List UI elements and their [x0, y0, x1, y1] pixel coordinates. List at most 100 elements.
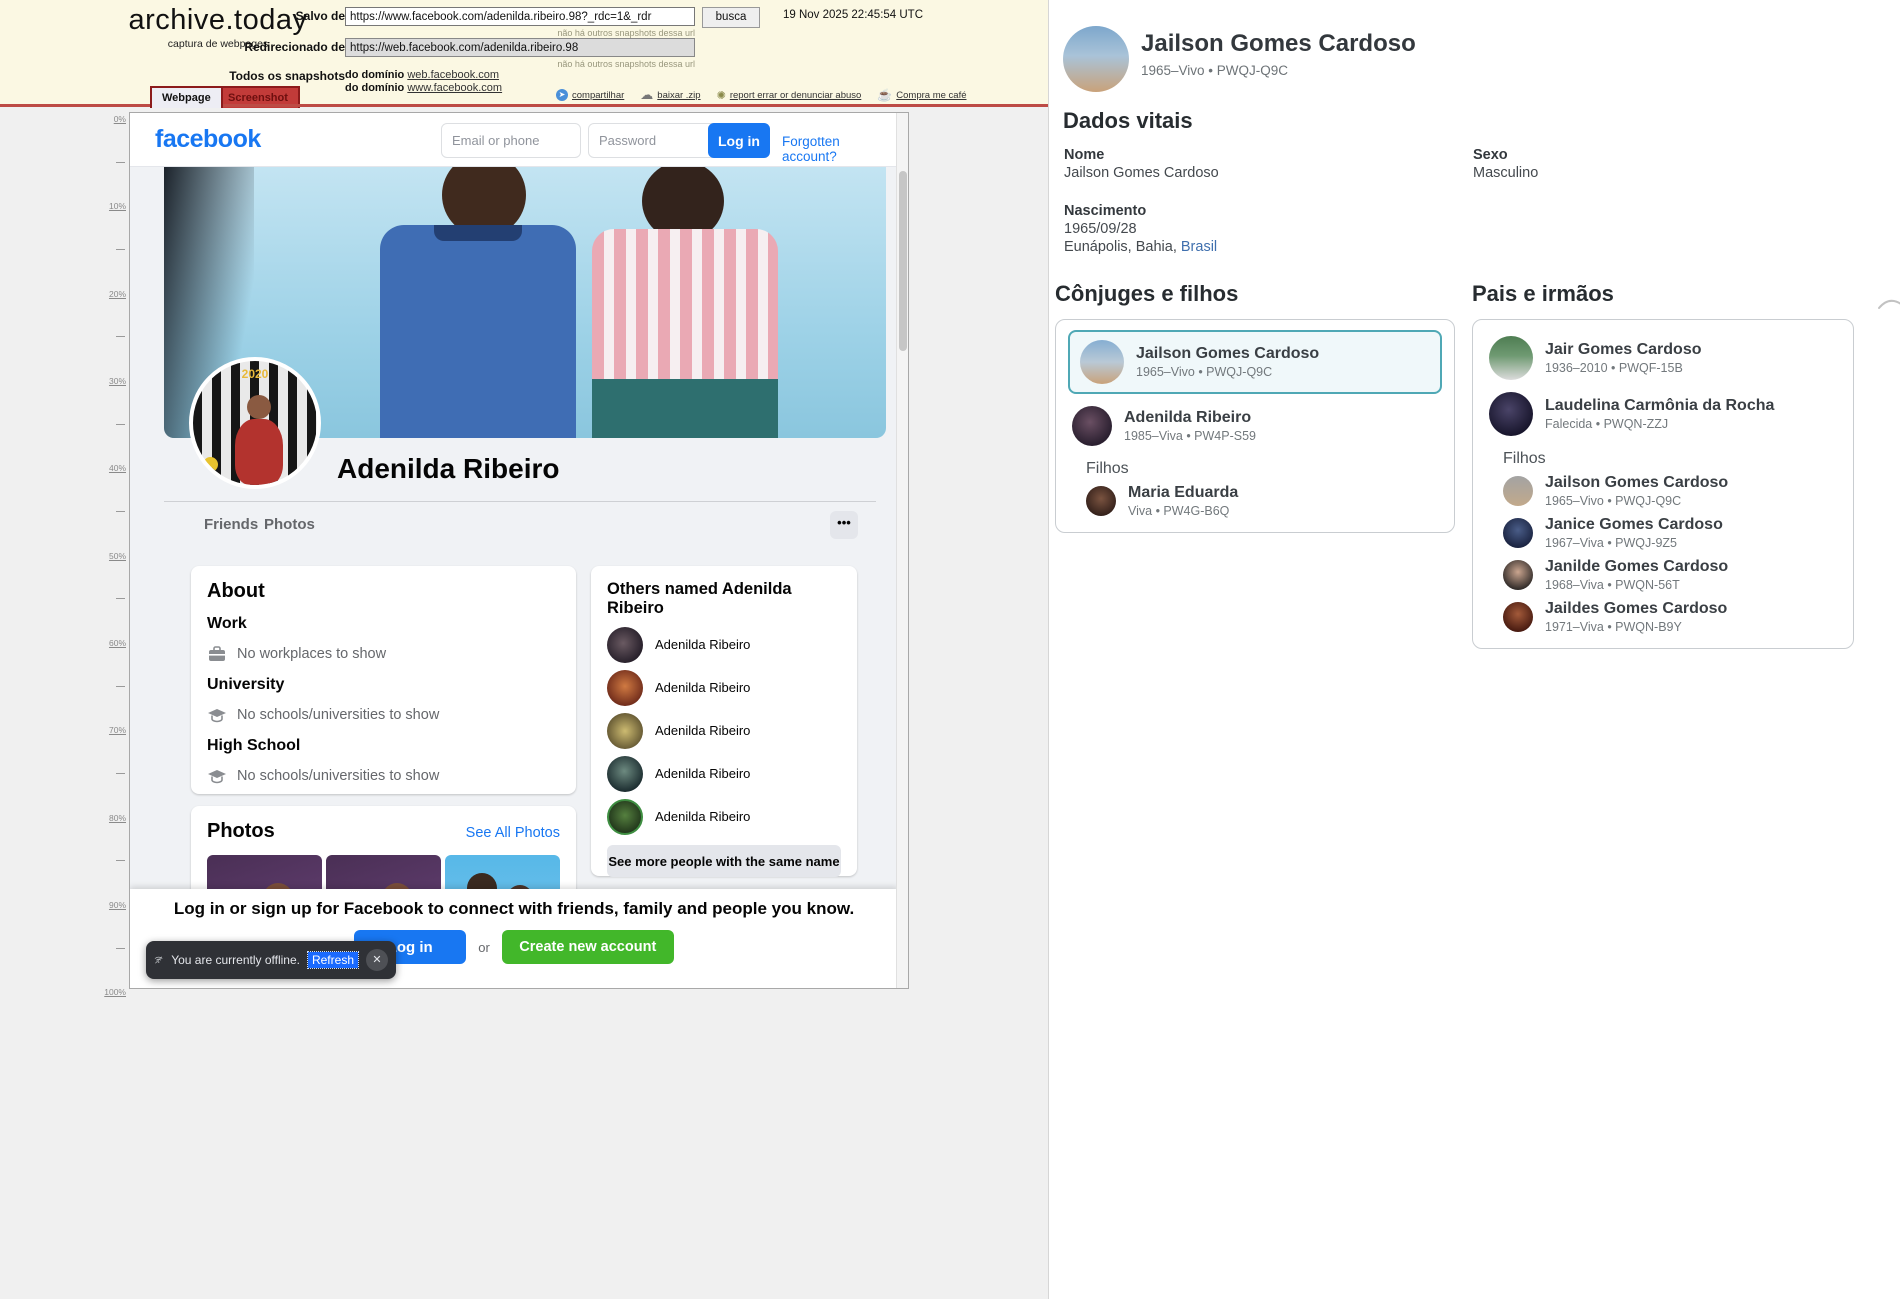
report-action[interactable]: ✺ report errar or denunciar abuso	[717, 89, 862, 102]
children-label: Filhos	[1086, 460, 1442, 478]
coffee-link[interactable]: Compra me café	[896, 90, 966, 101]
cover-figure-skirt	[592, 379, 778, 438]
forgotten-account-link[interactable]: Forgotten account?	[782, 134, 898, 164]
child-row[interactable]: Maria Eduarda Viva • PW4G-B6Q	[1086, 480, 1442, 522]
cloud-download-icon: ☁	[640, 89, 653, 101]
ruler-80[interactable]: 80%	[96, 813, 126, 823]
person-link[interactable]: Adenilda Ribeiro	[655, 637, 750, 652]
person-name[interactable]: Jailson Gomes Cardoso	[1545, 474, 1728, 492]
briefcase-icon	[207, 644, 227, 664]
password-field[interactable]	[588, 123, 728, 158]
report-link[interactable]: report errar or denunciar abuso	[730, 90, 862, 101]
person-lifespan-id: Falecida • PWQN-ZZJ	[1545, 417, 1774, 431]
see-more-people-button[interactable]: See more people with the same name	[607, 845, 841, 877]
more-options-button[interactable]: •••	[830, 511, 858, 539]
curved-arrow-icon	[1875, 292, 1900, 316]
profile-figure	[247, 395, 271, 419]
person-name[interactable]: Jailson Gomes Cardoso	[1136, 345, 1319, 363]
list-item[interactable]: Adenilda Ribeiro	[607, 757, 841, 790]
person-link[interactable]: Adenilda Ribeiro	[655, 809, 750, 824]
list-item[interactable]: Adenilda Ribeiro	[607, 671, 841, 704]
spouse-row[interactable]: Adenilda Ribeiro 1985–Viva • PW4P-S59	[1068, 400, 1442, 452]
redirected-url-input[interactable]	[345, 38, 695, 57]
person-name[interactable]: Laudelina Carmônia da Rocha	[1545, 397, 1774, 415]
person-name[interactable]: Janilde Gomes Cardoso	[1545, 558, 1728, 576]
profile-picture[interactable]: 2020	[189, 357, 321, 489]
person-name[interactable]: Adenilda Ribeiro	[1124, 409, 1256, 427]
person-link[interactable]: Adenilda Ribeiro	[655, 680, 750, 695]
avatar	[1489, 392, 1533, 436]
coffee-action[interactable]: ☕ Compra me café	[877, 88, 966, 102]
refresh-button[interactable]: Refresh	[308, 952, 358, 968]
facebook-logo[interactable]: facebook	[155, 125, 261, 154]
person-name[interactable]: Maria Eduarda	[1128, 484, 1238, 502]
ruler-70[interactable]: 70%	[96, 725, 126, 735]
parents-card: Jair Gomes Cardoso 1936–2010 • PWQF-15B …	[1472, 319, 1854, 649]
person-name[interactable]: Jaildes Gomes Cardoso	[1545, 600, 1727, 618]
birth-country-link[interactable]: Brasil	[1181, 239, 1217, 255]
download-zip-link[interactable]: baixar .zip	[657, 90, 700, 101]
no-snapshots-note-2: não há outros snapshots dessa url	[480, 59, 695, 69]
search-button[interactable]: busca	[702, 7, 760, 28]
sibling-row[interactable]: Janilde Gomes Cardoso 1968–Viva • PWQN-5…	[1503, 554, 1841, 596]
sex-label: Sexo	[1473, 147, 1508, 163]
download-zip-action[interactable]: ☁ baixar .zip	[640, 89, 700, 101]
list-item[interactable]: Adenilda Ribeiro	[607, 714, 841, 747]
parents-heading: Pais e irmãos	[1472, 281, 1854, 307]
person-name[interactable]: Jair Gomes Cardoso	[1545, 341, 1702, 359]
person-panel: Jailson Gomes Cardoso 1965–Vivo • PWQJ-Q…	[1049, 0, 1900, 1299]
university-empty-row: No schools/universities to show	[207, 705, 560, 725]
father-row[interactable]: Jair Gomes Cardoso 1936–2010 • PWQF-15B	[1485, 330, 1841, 386]
person-name[interactable]: Janice Gomes Cardoso	[1545, 516, 1723, 534]
profile-divider	[164, 501, 876, 502]
ruler-90[interactable]: 90%	[96, 900, 126, 910]
spouses-section: Cônjuges e filhos Jailson Gomes Cardoso …	[1055, 281, 1455, 533]
person-link[interactable]: Adenilda Ribeiro	[655, 723, 750, 738]
archive-actions: ➤ compartilhar ☁ baixar .zip ✺ report er…	[556, 88, 967, 102]
header-login-button[interactable]: Log in	[708, 123, 770, 158]
create-account-button[interactable]: Create new account	[502, 930, 674, 964]
domain-link-www[interactable]: www.facebook.com	[407, 82, 502, 94]
domain-link-web[interactable]: web.facebook.com	[407, 69, 499, 81]
ruler-tick	[116, 424, 125, 425]
graduation-cap-icon	[207, 766, 227, 786]
list-item[interactable]: Adenilda Ribeiro	[607, 800, 841, 833]
ruler-tick	[116, 598, 125, 599]
ruler-30[interactable]: 30%	[96, 376, 126, 386]
ruler-10[interactable]: 10%	[96, 201, 126, 211]
wifi-off-icon	[154, 951, 163, 969]
share-action[interactable]: ➤ compartilhar	[556, 89, 624, 101]
domain-prefix: do domínio	[345, 69, 404, 81]
highschool-empty-row: No schools/universities to show	[207, 766, 560, 786]
ruler-0[interactable]: 0%	[96, 114, 126, 124]
selected-person-row[interactable]: Jailson Gomes Cardoso 1965–Vivo • PWQJ-Q…	[1068, 330, 1442, 394]
sibling-row[interactable]: Jailson Gomes Cardoso 1965–Vivo • PWQJ-Q…	[1503, 470, 1841, 512]
tab-webpage[interactable]: Webpage	[150, 86, 223, 108]
person-avatar[interactable]	[1063, 26, 1129, 92]
ruler-100[interactable]: 100%	[96, 987, 126, 997]
email-field[interactable]	[441, 123, 581, 158]
sibling-row[interactable]: Jaildes Gomes Cardoso 1971–Viva • PWQN-B…	[1503, 596, 1841, 638]
or-label: or	[478, 940, 490, 955]
offline-toast: You are currently offline. Refresh ✕	[146, 941, 396, 979]
ruler-40[interactable]: 40%	[96, 463, 126, 473]
tab-photos[interactable]: Photos	[254, 509, 325, 541]
ruler-20[interactable]: 20%	[96, 289, 126, 299]
list-item[interactable]: Adenilda Ribeiro	[607, 628, 841, 661]
person-link[interactable]: Adenilda Ribeiro	[655, 766, 750, 781]
saved-url-input[interactable]	[345, 7, 695, 26]
name-label: Nome	[1064, 147, 1104, 163]
sibling-row[interactable]: Janice Gomes Cardoso 1967–Viva • PWQJ-9Z…	[1503, 512, 1841, 554]
ruler-60[interactable]: 60%	[96, 638, 126, 648]
avatar	[607, 627, 643, 663]
share-link[interactable]: compartilhar	[572, 90, 624, 101]
see-all-photos-link[interactable]: See All Photos	[466, 825, 560, 841]
domain-row: do domínio web.facebook.com	[345, 69, 502, 82]
ruler-50[interactable]: 50%	[96, 551, 126, 561]
scrollbar-thumb[interactable]	[899, 171, 907, 351]
page-scrollbar[interactable]	[896, 113, 908, 988]
ruler-tick	[116, 249, 125, 250]
birth-place: Eunápolis, Bahia, Brasil	[1064, 239, 1217, 255]
close-icon[interactable]: ✕	[366, 949, 388, 971]
mother-row[interactable]: Laudelina Carmônia da Rocha Falecida • P…	[1485, 386, 1841, 442]
